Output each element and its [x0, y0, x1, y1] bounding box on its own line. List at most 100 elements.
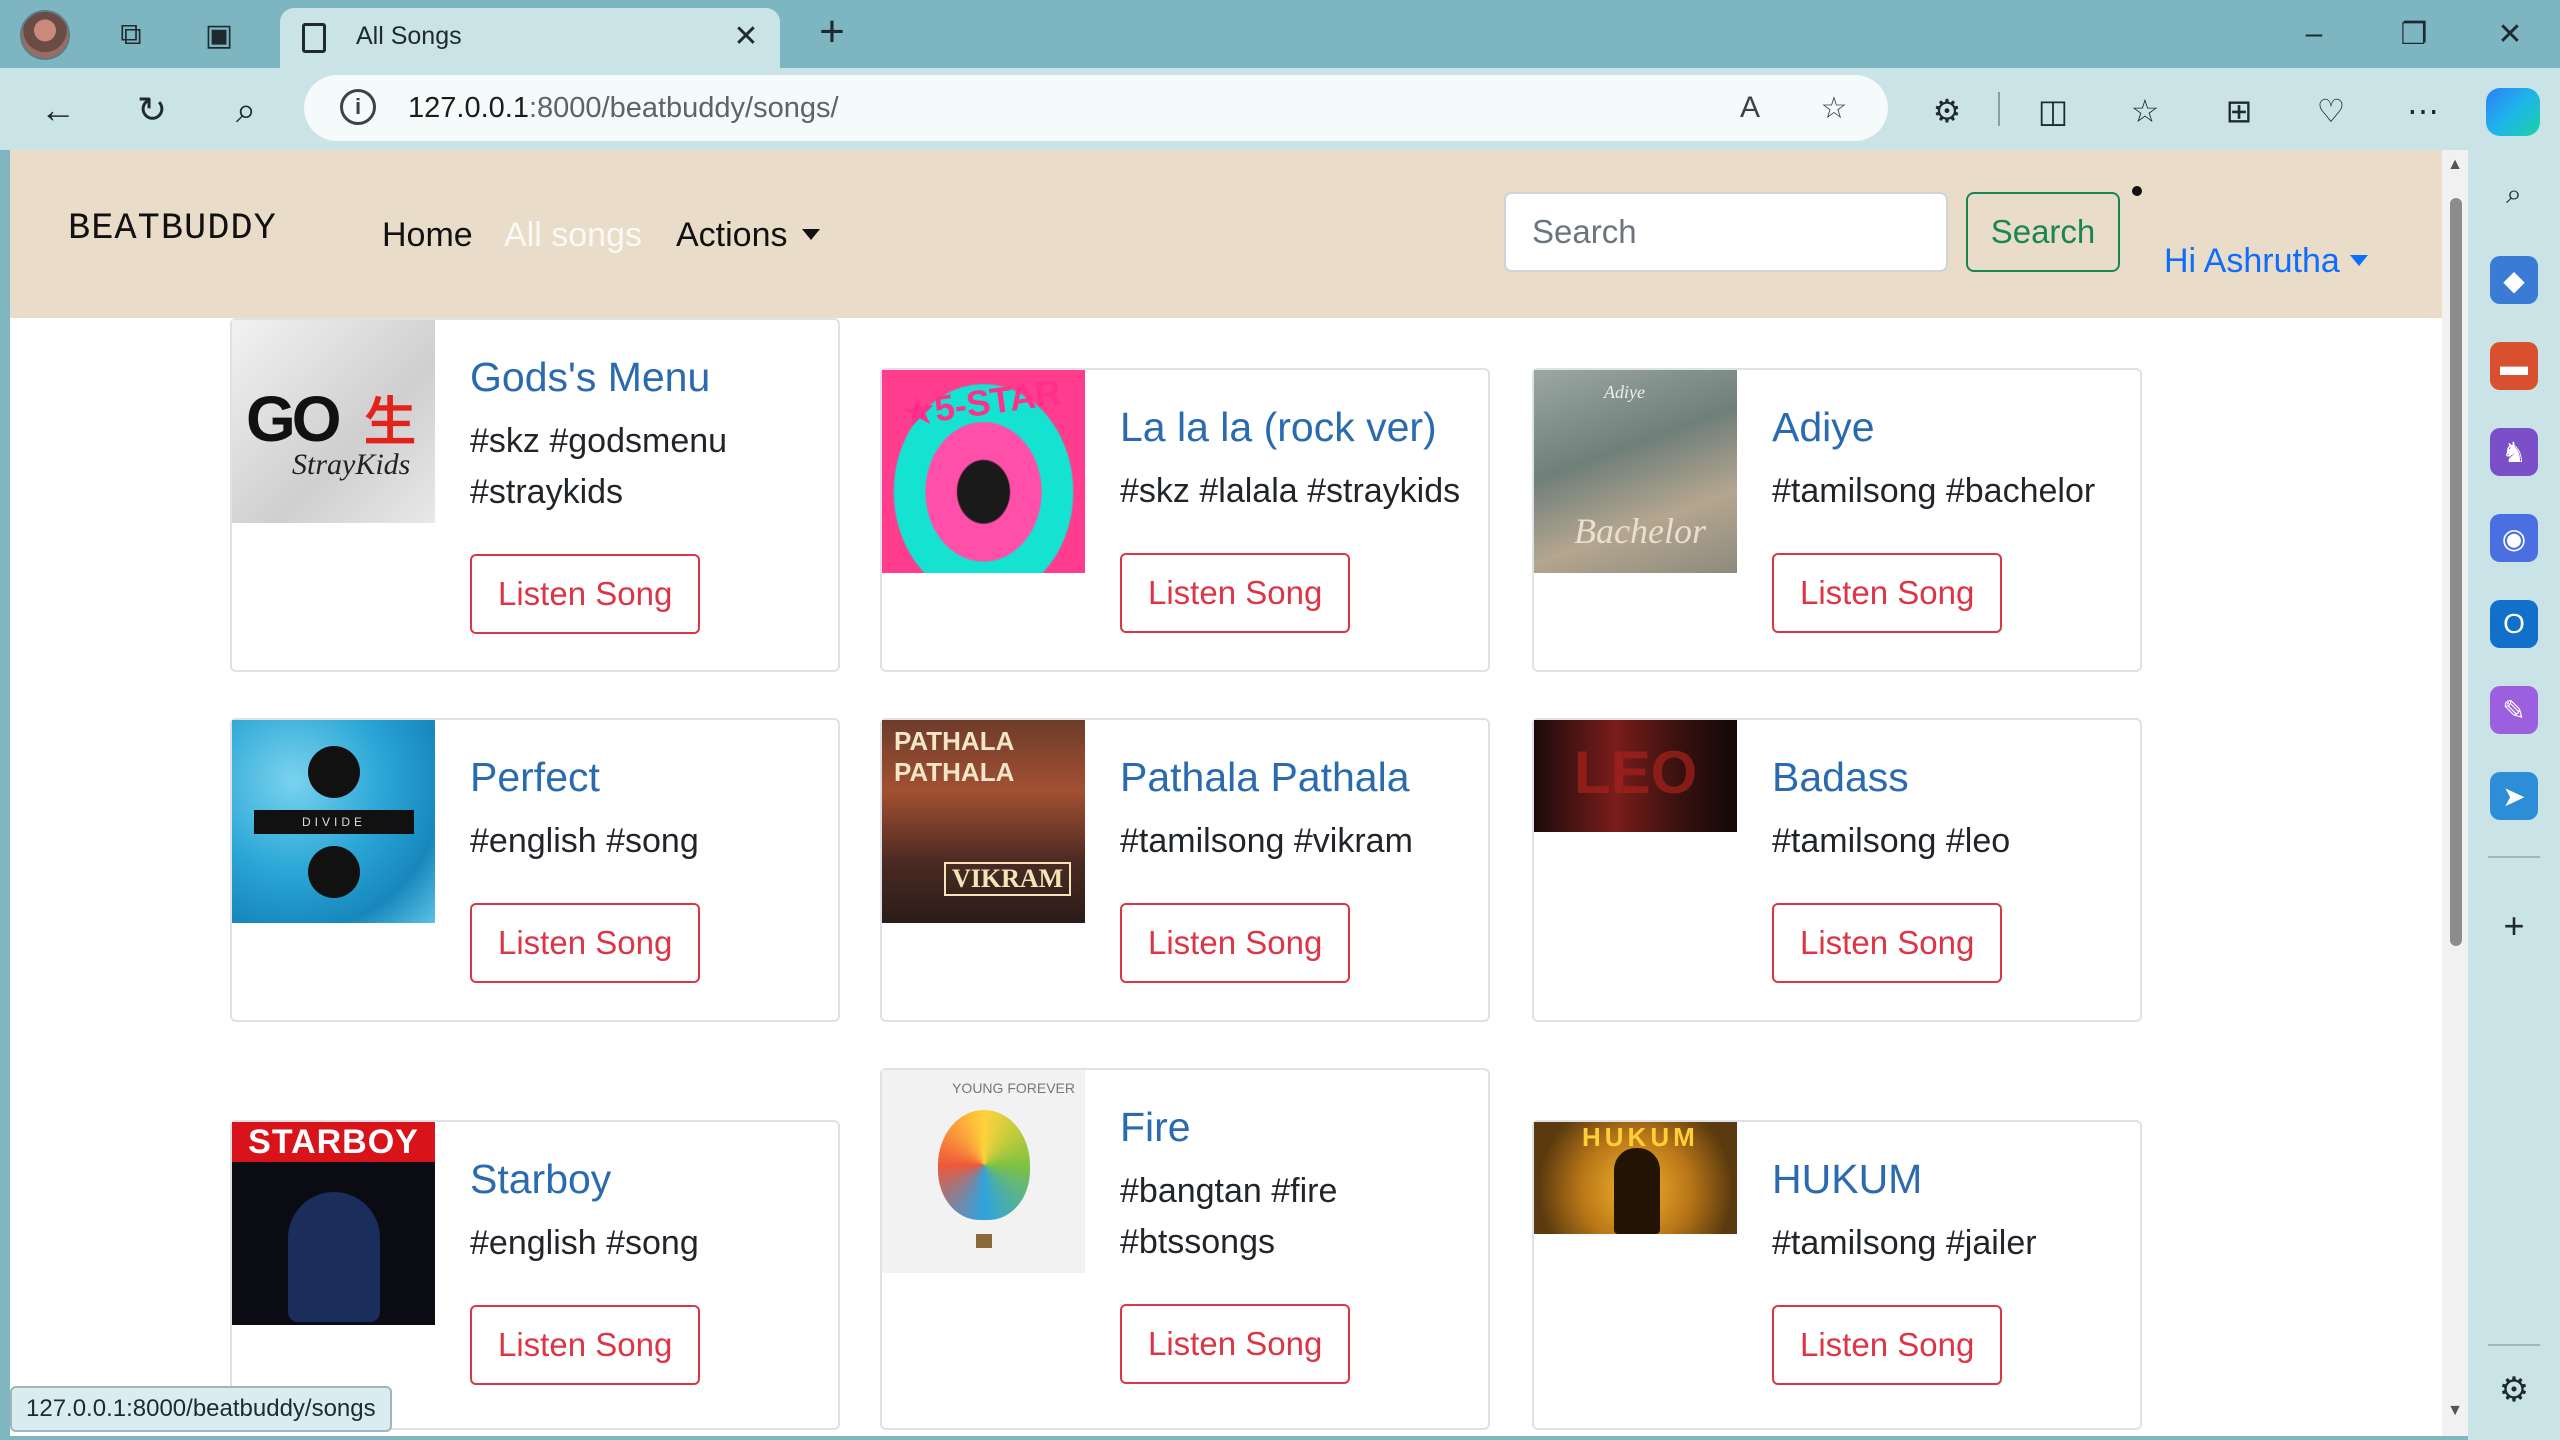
- listen-song-button[interactable]: Listen Song: [1772, 553, 2003, 633]
- album-art: DIVIDE: [232, 720, 435, 923]
- url-text[interactable]: 127.0.0.1:8000/beatbuddy/songs/: [408, 92, 839, 125]
- listen-song-button[interactable]: Listen Song: [1772, 1305, 2003, 1385]
- scroll-down-icon[interactable]: ▼: [2446, 1402, 2464, 1420]
- album-art: ★5-STAR: [882, 370, 1085, 573]
- close-window-button[interactable]: ✕: [2480, 10, 2540, 58]
- send-icon[interactable]: ➤: [2490, 772, 2538, 820]
- art-text: Bachelor: [1574, 511, 1706, 551]
- add-icon[interactable]: +: [2490, 902, 2538, 950]
- brand-logo[interactable]: BEATBUDDY: [68, 208, 277, 250]
- browser-essentials-icon[interactable]: ♡: [2306, 86, 2356, 136]
- listen-song-button[interactable]: Listen Song: [470, 554, 701, 634]
- more-icon[interactable]: ⋯: [2398, 86, 2448, 136]
- site-navbar: BEATBUDDY Home All songs Actions Search …: [10, 150, 2442, 318]
- page-viewport: BEATBUDDY Home All songs Actions Search …: [10, 150, 2442, 1436]
- scrollbar-thumb[interactable]: [2450, 198, 2462, 946]
- listen-song-button[interactable]: Listen Song: [1120, 1304, 1351, 1384]
- song-title[interactable]: La la la (rock ver): [1120, 402, 1472, 452]
- new-tab-button[interactable]: +: [808, 10, 856, 58]
- designer-icon[interactable]: ✎: [2490, 686, 2538, 734]
- song-title[interactable]: Adiye: [1772, 402, 2124, 452]
- song-title[interactable]: Gods's Menu: [470, 352, 822, 402]
- sidebar-divider: [2488, 1344, 2540, 1346]
- nav-all-songs[interactable]: All songs: [504, 216, 642, 255]
- page-icon: [302, 23, 326, 53]
- refresh-icon[interactable]: ↻: [126, 84, 178, 136]
- art-text: StrayKids: [292, 448, 411, 481]
- nav-actions-dropdown[interactable]: Actions: [676, 216, 820, 255]
- toolbar-separator: [1998, 92, 2000, 126]
- art-text: VIKRAM: [944, 862, 1072, 896]
- outlook-icon[interactable]: O: [2490, 600, 2538, 648]
- workspaces-icon[interactable]: ⧉: [108, 12, 154, 58]
- listen-song-button[interactable]: Listen Song: [470, 1305, 701, 1385]
- collections-icon[interactable]: ⊞: [2214, 86, 2264, 136]
- microsoft-365-icon[interactable]: ◉: [2490, 514, 2538, 562]
- search-button[interactable]: Search: [1966, 192, 2120, 272]
- restore-button[interactable]: ❐: [2384, 10, 2444, 58]
- games-icon[interactable]: ♞: [2490, 428, 2538, 476]
- album-art: Adiye Bachelor: [1534, 370, 1737, 573]
- close-tab-icon[interactable]: ✕: [726, 16, 766, 56]
- gear-icon[interactable]: ⚙: [2490, 1366, 2538, 1414]
- info-icon[interactable]: i: [340, 89, 376, 125]
- favorites-list-icon[interactable]: ☆: [2120, 86, 2170, 136]
- art-text: Adiye: [1604, 382, 1645, 402]
- user-greeting: Hi Ashrutha: [2164, 242, 2340, 280]
- sidebar-search-icon[interactable]: ⌕: [2490, 170, 2538, 218]
- song-title[interactable]: Starboy: [470, 1154, 822, 1204]
- address-bar[interactable]: i 127.0.0.1:8000/beatbuddy/songs/ A ☆: [304, 75, 1888, 141]
- song-card: Adiye Bachelor Adiye #tamilsong #bachelor…: [1532, 368, 2142, 672]
- song-tags: #english #song: [470, 1224, 699, 1262]
- song-title[interactable]: Badass: [1772, 752, 2124, 802]
- puzzle-icon[interactable]: ⚙: [1922, 86, 1972, 136]
- scroll-up-icon[interactable]: ▲: [2446, 156, 2464, 174]
- album-art: HUKUM: [1534, 1122, 1737, 1234]
- back-arrow-icon[interactable]: ←: [32, 84, 84, 136]
- song-tags: #english #song: [470, 822, 699, 860]
- star-icon[interactable]: ☆: [1814, 88, 1854, 128]
- song-card: PATHALA PATHALA VIKRAM Pathala Pathala #t…: [880, 718, 1490, 1022]
- listen-song-button[interactable]: Listen Song: [470, 903, 701, 983]
- split-screen-icon[interactable]: ◫: [2028, 86, 2078, 136]
- song-card: HUKUM HUKUM #tamilsong #jailer Listen So…: [1532, 1120, 2142, 1430]
- song-title[interactable]: Pathala Pathala: [1120, 752, 1472, 802]
- song-tags: #skz #godsmenu #straykids: [470, 422, 728, 511]
- listen-song-button[interactable]: Listen Song: [1120, 903, 1351, 983]
- shopping-tag-icon[interactable]: ◆: [2490, 256, 2538, 304]
- song-title[interactable]: Fire: [1120, 1102, 1472, 1152]
- song-tags: #tamilsong #vikram: [1120, 822, 1413, 860]
- song-card: GO 生 StrayKids Gods's Menu #skz #godsmenu …: [230, 318, 840, 672]
- song-tags: #tamilsong #leo: [1772, 822, 2011, 860]
- tab-all-songs[interactable]: All Songs ✕: [280, 8, 780, 68]
- song-title[interactable]: Perfect: [470, 752, 822, 802]
- song-title[interactable]: HUKUM: [1772, 1154, 2124, 1204]
- album-art: GO 生 StrayKids: [232, 320, 435, 523]
- album-art: YOUNG FOREVER: [882, 1070, 1085, 1273]
- art-text: DIVIDE: [254, 810, 414, 834]
- song-card: STARBOY Starboy #english #song Listen So…: [230, 1120, 840, 1430]
- song-card: LEO Badass #tamilsong #leo Listen Song: [1532, 718, 2142, 1022]
- tools-icon[interactable]: ▬: [2490, 342, 2538, 390]
- tab-actions-icon[interactable]: ▣: [196, 12, 242, 58]
- url-host: 127.0.0.1: [408, 92, 529, 124]
- minimize-button[interactable]: –: [2284, 10, 2344, 58]
- profile-avatar[interactable]: [20, 10, 70, 60]
- song-tags: #bangtan #fire #btssongs: [1120, 1172, 1338, 1261]
- nav-actions-label: Actions: [676, 216, 788, 254]
- art-text: 生: [364, 394, 417, 452]
- nav-home[interactable]: Home: [382, 216, 473, 255]
- copilot-icon[interactable]: [2486, 88, 2540, 136]
- chevron-down-icon: [2349, 254, 2368, 266]
- song-card: ★5-STAR La la la (rock ver) #skz #lalala…: [880, 368, 1490, 672]
- browser-toolbar: ← ↻ ⌕ i 127.0.0.1:8000/beatbuddy/songs/ …: [0, 68, 2560, 150]
- listen-song-button[interactable]: Listen Song: [1120, 553, 1351, 633]
- read-aloud-icon[interactable]: A: [1730, 88, 1770, 128]
- listen-song-button[interactable]: Listen Song: [1772, 903, 2003, 983]
- user-dropdown[interactable]: Hi Ashrutha: [2164, 242, 2368, 281]
- search-input[interactable]: [1504, 192, 1948, 272]
- page-scrollbar[interactable]: ▲ ▼: [2442, 150, 2468, 1436]
- song-tags: #tamilsong #bachelor: [1772, 472, 2096, 510]
- search-icon[interactable]: ⌕: [220, 84, 272, 136]
- art-text: YOUNG FOREVER: [952, 1080, 1075, 1096]
